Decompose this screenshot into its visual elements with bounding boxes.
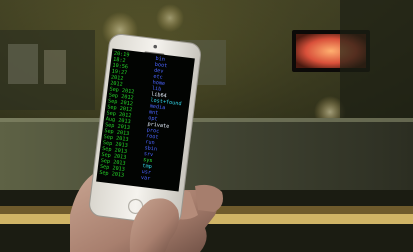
phone-terminal-screen: 20:19 bin 18:2 boot 10:56 dev 19:27 etc 2012… xyxy=(96,48,195,192)
background-scene xyxy=(0,0,413,252)
photo-scene: 20:19 bin 18:2 boot 10:56 dev 19:27 etc 2012… xyxy=(0,0,413,252)
